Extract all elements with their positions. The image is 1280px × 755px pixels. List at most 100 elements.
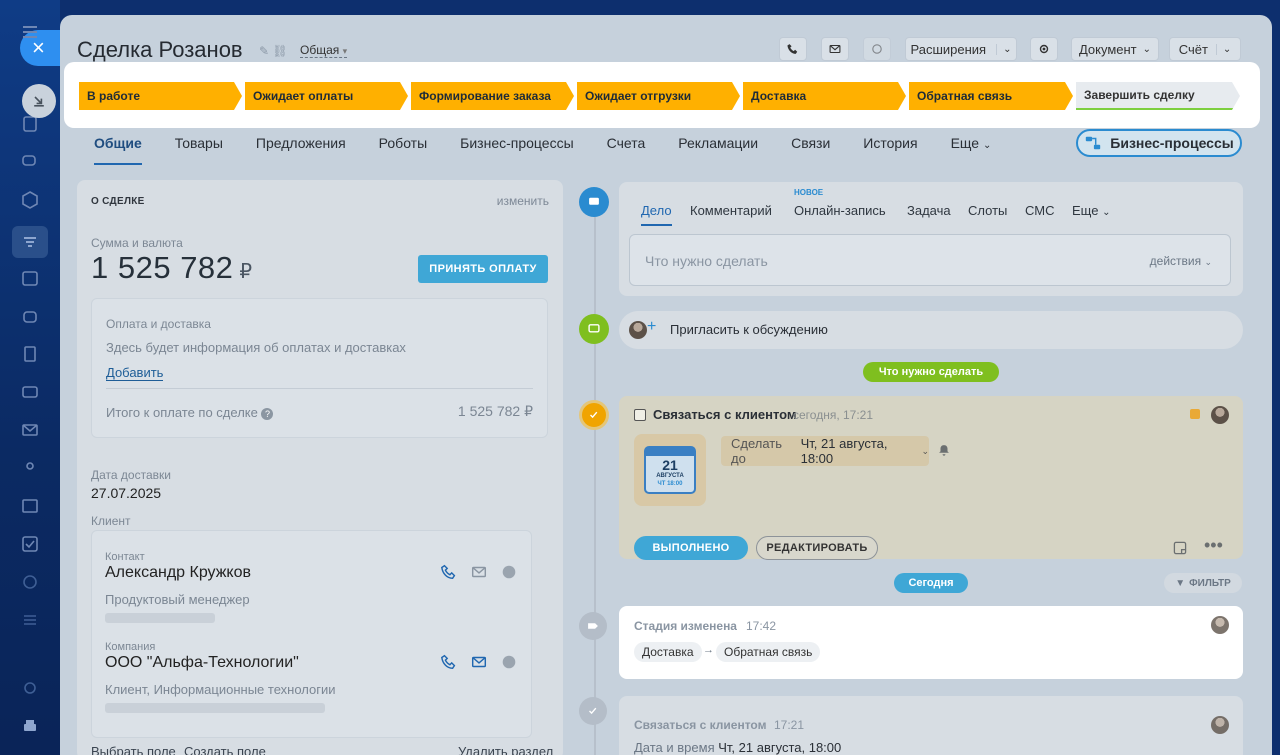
completed-task-details: Дата и время Чт, 21 августа, 18:00	[634, 740, 841, 755]
bell-icon[interactable]	[937, 443, 951, 457]
tab-proposals[interactable]: Предложения	[256, 135, 346, 165]
contact-name[interactable]: Александр Кружков	[105, 564, 251, 582]
editor-tab-more[interactable]: Еще ⌄	[1072, 203, 1110, 218]
calendar-widget: 21 АВГУСТА ЧТ 18:00	[634, 434, 706, 506]
check-icon[interactable]	[18, 532, 42, 556]
datetime-value: Чт, 21 августа, 18:00	[718, 740, 842, 755]
company-name[interactable]: ООО "Альфа-Технологии"	[105, 654, 299, 672]
phone-icon[interactable]	[440, 653, 458, 671]
calendar-icon[interactable]	[18, 266, 42, 290]
tab-claims[interactable]: Рекламации	[678, 135, 758, 165]
invite-to-discussion[interactable]: + Пригласить к обсуждению	[619, 311, 1243, 349]
invoice-button[interactable]: Счёт ⌄	[1169, 37, 1241, 61]
create-field-link[interactable]: Создать поле	[184, 744, 266, 755]
tab-general[interactable]: Общие	[94, 135, 142, 165]
delete-section-link[interactable]: Удалить раздел	[458, 744, 553, 755]
editor-tab-task[interactable]: Задача	[907, 203, 951, 218]
select-field-link[interactable]: Выбрать поле	[91, 744, 176, 755]
help-icon[interactable]: ?	[261, 408, 274, 420]
complete-task-button[interactable]: ВЫПОЛНЕНО	[634, 536, 748, 560]
stage-delivery[interactable]: Доставка	[743, 82, 906, 110]
accept-payment-button[interactable]: ПРИНЯТЬ ОПЛАТУ	[418, 255, 548, 283]
avatar	[1211, 616, 1229, 634]
payment-info: Здесь будет информация об оплатах и дост…	[106, 340, 406, 355]
editor-tab-more-label: Еще	[1072, 203, 1099, 218]
task-title[interactable]: Связаться с клиентом	[653, 407, 797, 422]
email-button[interactable]	[821, 37, 849, 61]
tab-products[interactable]: Товары	[175, 135, 223, 165]
deadline-selector[interactable]: Сделать до Чт, 21 августа, 18:00 ⌄	[721, 436, 929, 466]
tab-robots[interactable]: Роботы	[379, 135, 427, 165]
stage-close-deal[interactable]: Завершить сделку	[1076, 82, 1240, 110]
stage-awaiting-payment[interactable]: Ожидает оплаты	[245, 82, 408, 110]
stage-in-progress[interactable]: В работе	[79, 82, 242, 110]
editor-tab-sms[interactable]: СМС	[1025, 203, 1054, 218]
tab-links[interactable]: Связи	[791, 135, 830, 165]
document-button[interactable]: Документ ⌄	[1071, 37, 1159, 61]
editor-tab-comment[interactable]: Комментарий	[690, 203, 772, 218]
business-processes-button[interactable]: Бизнес-процессы	[1076, 129, 1242, 157]
priority-flag-icon[interactable]	[1190, 409, 1200, 419]
menu-icon[interactable]	[18, 20, 42, 44]
settings-button[interactable]	[1030, 37, 1058, 61]
pipeline-select[interactable]: Общая ▾	[300, 43, 348, 58]
document-icon[interactable]	[18, 342, 42, 366]
chevron-down-icon: ⌄	[1215, 43, 1231, 55]
task-checkbox[interactable]	[634, 409, 646, 421]
flowchart-icon	[1086, 136, 1101, 150]
extensions-button[interactable]: Расширения ⌄	[905, 37, 1017, 61]
filter-button[interactable]: ▼ ФИЛЬТР	[1164, 573, 1242, 593]
checkmark-icon	[589, 707, 597, 715]
sites-icon[interactable]	[18, 494, 42, 518]
pipeline-label: Общая	[300, 43, 340, 57]
extensions-label: Расширения	[910, 41, 987, 57]
phone-icon[interactable]	[440, 563, 458, 581]
quick-action-button[interactable]	[22, 84, 56, 118]
mail-icon[interactable]	[18, 418, 42, 442]
note-icon[interactable]	[1172, 540, 1188, 556]
chat-bubble-icon	[872, 44, 882, 54]
completed-task-item: Связаться с клиентом 17:21 Дата и время …	[619, 696, 1243, 755]
actions-dropdown[interactable]: действия ⌄	[1150, 254, 1212, 268]
tab-more[interactable]: Еще ⌄	[951, 135, 992, 165]
currency-symbol: ₽	[239, 261, 253, 283]
completed-task-title[interactable]: Связаться с клиентом	[634, 718, 766, 732]
editor-tab-deal[interactable]: Дело	[641, 203, 672, 226]
tab-invoices[interactable]: Счета	[607, 135, 646, 165]
calendar-header	[646, 448, 694, 456]
chat-bubble-icon[interactable]	[500, 563, 518, 581]
settings-icon[interactable]	[18, 676, 42, 700]
invoice-label: Счёт	[1178, 41, 1208, 57]
stage-awaiting-shipment[interactable]: Ожидает отгрузки	[577, 82, 740, 110]
chat-button[interactable]	[863, 37, 891, 61]
editor-tab-online-booking[interactable]: Онлайн-запись	[794, 203, 886, 218]
list-icon[interactable]	[18, 608, 42, 632]
task-card: Связаться с клиентом сегодня, 17:21 21 А…	[619, 396, 1243, 560]
more-options-icon[interactable]: •••	[1204, 536, 1223, 554]
envelope-icon[interactable]	[470, 563, 488, 581]
envelope-icon[interactable]	[470, 653, 488, 671]
stage-order-forming[interactable]: Формирование заказа	[411, 82, 574, 110]
chat-bubble-icon[interactable]	[500, 653, 518, 671]
amount-value: 1 525 782	[91, 250, 234, 285]
total-label: Итого к оплате по сделке ?	[106, 405, 274, 420]
todo-input[interactable]: Что нужно сделать действия ⌄	[629, 234, 1231, 286]
counter-icon[interactable]	[18, 570, 42, 594]
hexagon-icon[interactable]	[18, 188, 42, 212]
robot-icon[interactable]	[18, 304, 42, 328]
edit-title-icon[interactable]: ✎ ⛓	[259, 44, 288, 58]
crm-icon[interactable]	[12, 226, 48, 258]
chat-icon[interactable]	[18, 150, 42, 174]
users-icon[interactable]	[18, 456, 42, 480]
tab-history[interactable]: История	[863, 135, 917, 165]
tab-business-processes[interactable]: Бизнес-процессы	[460, 135, 573, 165]
stage-feedback[interactable]: Обратная связь	[909, 82, 1073, 110]
edit-task-button[interactable]: РЕДАКТИРОВАТЬ	[756, 536, 878, 560]
page-title: Сделка Розанов	[77, 37, 243, 62]
edit-section-link[interactable]: изменить	[497, 194, 549, 208]
editor-tab-slots[interactable]: Слоты	[968, 203, 1007, 218]
add-payment-link[interactable]: Добавить	[106, 365, 164, 381]
printer-icon[interactable]	[18, 714, 42, 738]
call-button[interactable]	[779, 37, 807, 61]
card-icon[interactable]	[18, 380, 42, 404]
